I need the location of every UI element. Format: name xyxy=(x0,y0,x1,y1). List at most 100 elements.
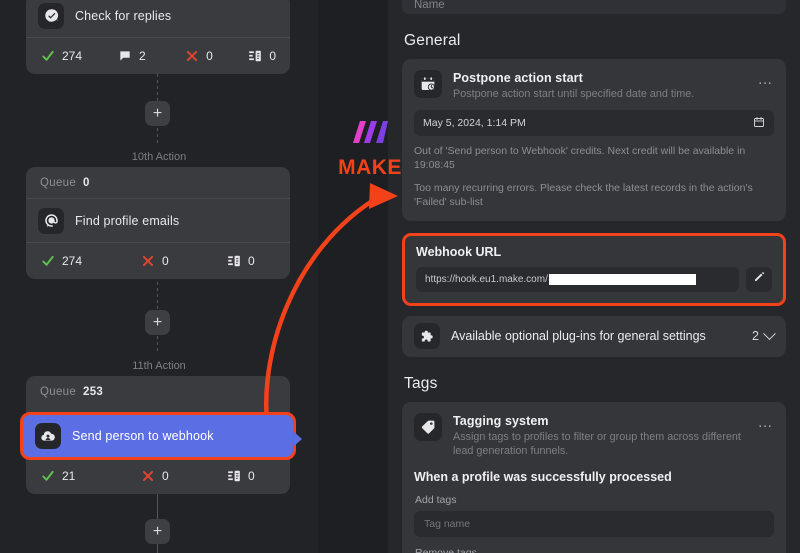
postpone-overflow-menu-icon[interactable]: … xyxy=(758,70,775,87)
stat-value: 274 xyxy=(62,254,83,268)
step-label-10: 10th Action xyxy=(131,151,187,163)
action-label: Check for replies xyxy=(75,8,172,23)
webhook-url-edit-button[interactable] xyxy=(746,266,772,292)
selection-pointer-icon xyxy=(294,432,302,446)
postpone-subtitle: Postpone action start until specified da… xyxy=(453,88,695,100)
at-bubble-icon xyxy=(38,207,64,234)
cross-icon xyxy=(140,254,155,269)
stat-success: 274 xyxy=(40,49,117,64)
errors-warning: Too many recurring errors. Please check … xyxy=(414,181,753,208)
app-root: + 10th Action + 11th Action + Check for … xyxy=(0,0,800,553)
credits-warning: Out of 'Send person to Webhook' credits.… xyxy=(414,145,746,172)
add-tags-input[interactable]: Tag name xyxy=(414,511,774,538)
stat-value: 0 xyxy=(206,49,213,63)
webhook-url-input[interactable]: https://hook.eu1.make.com/ xyxy=(416,266,739,292)
optional-plugins-label: Available optional plug-ins for general … xyxy=(451,329,706,344)
action-label: Find profile emails xyxy=(75,213,180,228)
postpone-header: Postpone action start Postpone action st… xyxy=(414,70,774,101)
postpone-action-card: Postpone action start Postpone action st… xyxy=(402,59,786,221)
tagging-text: Tagging system Assign tags to profiles t… xyxy=(453,413,758,459)
automation-flow-panel: + 10th Action + 11th Action + Check for … xyxy=(0,0,318,553)
add-step-button-2[interactable]: + xyxy=(145,310,170,335)
add-step-button-3[interactable]: + xyxy=(145,519,170,544)
reply-badge-icon xyxy=(38,2,64,29)
stat-pending: 0 xyxy=(247,49,276,64)
calendar-icon[interactable] xyxy=(753,116,765,131)
stat-value: 0 xyxy=(248,469,255,483)
check-icon xyxy=(40,49,55,64)
stat-failed: 0 xyxy=(140,469,226,484)
webhook-url-card: Webhook URL https://hook.eu1.make.com/ xyxy=(402,232,786,306)
flow-card-find-profile-emails[interactable]: Queue 0 Find profile emails 274 0 0 xyxy=(26,167,290,279)
name-input[interactable]: Name xyxy=(402,0,786,14)
cross-icon xyxy=(184,49,199,64)
general-section-heading: General xyxy=(404,32,461,49)
pending-list-icon xyxy=(226,254,241,269)
stat-failed: 0 xyxy=(184,49,247,64)
stat-value: 0 xyxy=(248,254,255,268)
pending-list-icon xyxy=(247,49,262,64)
webhook-url-row: https://hook.eu1.make.com/ xyxy=(416,266,772,292)
action-row[interactable]: Check for replies xyxy=(26,0,290,38)
add-step-button-1[interactable]: + xyxy=(145,101,170,126)
check-icon xyxy=(40,254,55,269)
plugins-count-value: 2 xyxy=(752,329,759,344)
pencil-icon xyxy=(753,270,765,288)
tagging-subtitle: Assign tags to profiles to filter or gro… xyxy=(453,430,741,458)
chevron-down-icon[interactable] xyxy=(763,327,776,340)
add-tags-label: Add tags xyxy=(415,494,457,507)
stats-row: 21 0 0 xyxy=(26,458,290,494)
tag-icon xyxy=(414,412,442,441)
speech-bubble-icon xyxy=(117,49,132,64)
postpone-text: Postpone action start Postpone action st… xyxy=(453,70,758,101)
remove-tags-label: Remove tags xyxy=(415,547,774,553)
stat-success: 21 xyxy=(40,469,140,484)
tagging-system-card: Tagging system Assign tags to profiles t… xyxy=(402,401,786,553)
puzzle-piece-icon xyxy=(414,323,440,350)
stat-pending: 0 xyxy=(226,254,255,269)
queue-count: 0 xyxy=(83,176,90,189)
tags-section-heading: Tags xyxy=(404,374,438,392)
tagging-overflow-menu-icon[interactable]: … xyxy=(758,413,775,430)
stat-value: 274 xyxy=(62,49,83,63)
stat-value: 21 xyxy=(62,469,76,483)
make-brand-annotation: MAKE xyxy=(330,116,410,180)
webhook-url-value: https://hook.eu1.make.com/ xyxy=(425,273,548,285)
stat-pending: 0 xyxy=(226,469,255,484)
stat-value: 0 xyxy=(269,49,276,63)
selected-action-send-person-to-webhook[interactable]: Send person to webhook xyxy=(20,412,302,460)
webhook-url-label: Webhook URL xyxy=(416,244,502,259)
queue-label: Queue xyxy=(40,176,77,189)
queue-row: Queue 0 xyxy=(26,167,290,199)
tagging-header: Tagging system Assign tags to profiles t… xyxy=(414,412,775,459)
stats-row: 274 2 0 0 xyxy=(26,38,290,74)
redaction-bar xyxy=(548,273,696,285)
action-settings-panel: Name General Postpone action start Postp… xyxy=(388,0,800,553)
postpone-date-value: May 5, 2024, 1:14 PM xyxy=(423,117,526,130)
calendar-clock-icon xyxy=(414,70,442,98)
action-label: Send person to webhook xyxy=(72,429,214,443)
check-icon xyxy=(40,469,55,484)
queue-count: 253 xyxy=(83,386,104,398)
make-wordmark: MAKE xyxy=(338,156,402,179)
pending-list-icon xyxy=(226,469,241,484)
optional-plugins-row[interactable]: Available optional plug-ins for general … xyxy=(402,315,786,357)
queue-row: Queue 253 xyxy=(26,376,290,408)
postpone-title: Postpone action start xyxy=(453,71,583,85)
queue-label: Queue xyxy=(40,386,77,398)
action-row[interactable]: Find profile emails xyxy=(26,199,290,243)
stat-value: 2 xyxy=(139,49,146,63)
stat-replies: 2 xyxy=(117,49,184,64)
stat-value: 0 xyxy=(162,469,169,483)
tagging-condition: When a profile was successfully processe… xyxy=(414,470,672,485)
flow-card-check-for-replies[interactable]: Check for replies 274 2 0 0 xyxy=(26,0,290,74)
stat-success: 274 xyxy=(40,254,140,269)
optional-plugins-count: 2 xyxy=(752,327,776,344)
tagging-title: Tagging system xyxy=(453,413,549,428)
stat-value: 0 xyxy=(162,254,169,268)
stats-row: 274 0 0 xyxy=(26,243,290,279)
person-cloud-icon xyxy=(35,423,61,449)
step-label-11: 11th Action xyxy=(132,360,186,372)
postpone-date-input[interactable]: May 5, 2024, 1:14 PM xyxy=(414,110,774,137)
make-logo-icon xyxy=(353,121,388,143)
